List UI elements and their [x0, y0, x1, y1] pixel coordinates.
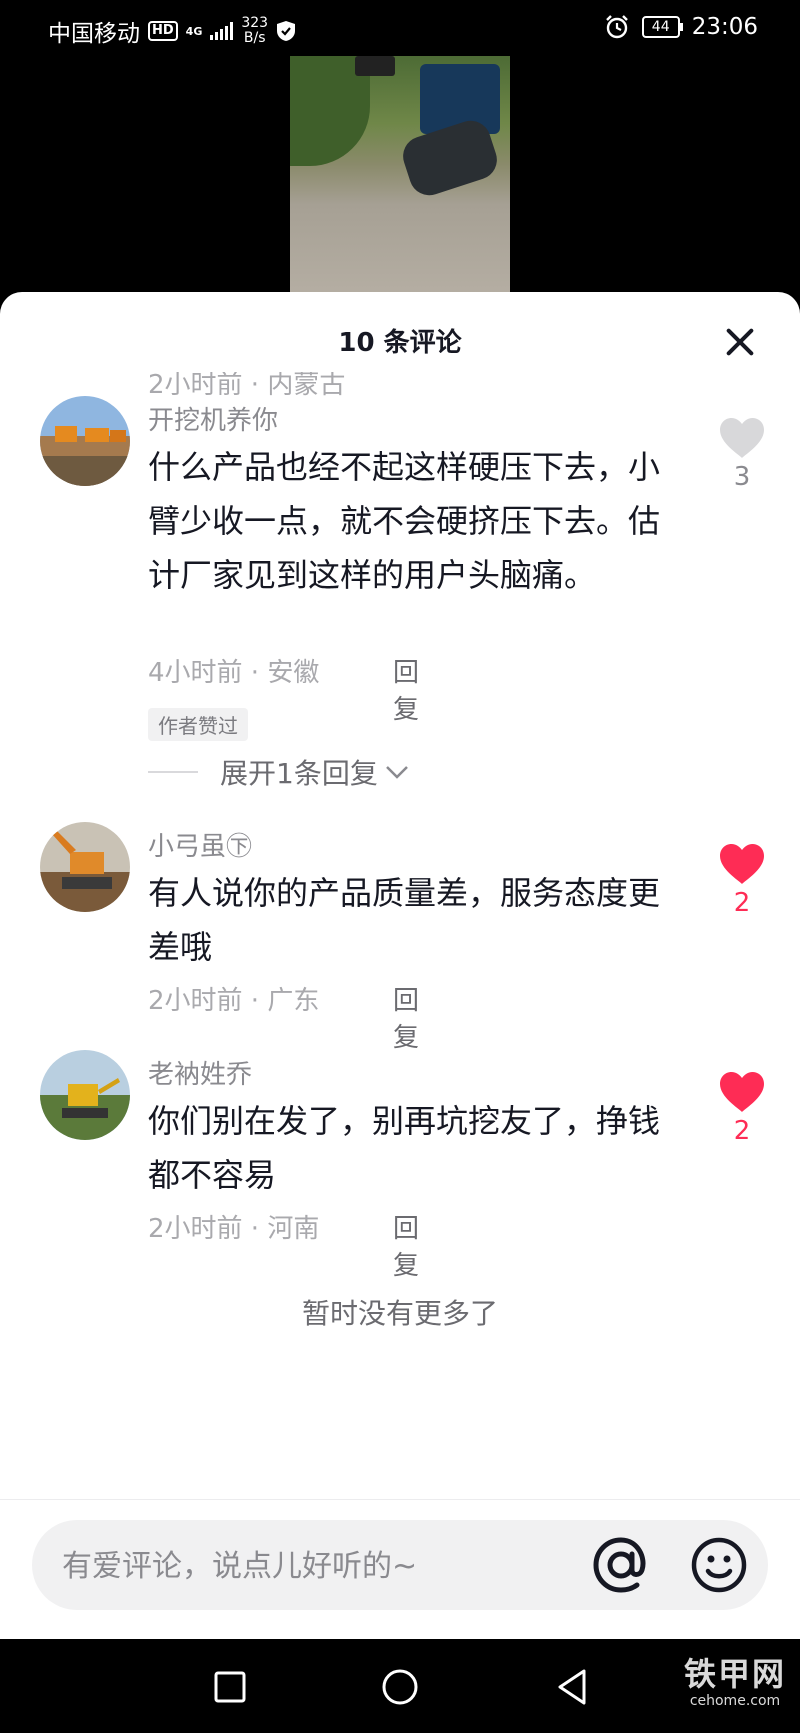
status-right: 44 23:06 [604, 14, 758, 40]
alarm-icon [605, 15, 628, 39]
comment-location: 内蒙古 [267, 370, 346, 400]
network-speed-value: 323 [241, 15, 269, 31]
comment-text: 什么产品也经不起这样硬压下去，小臂少收一点，就不会硬挤压下去。估计厂家见到这样的… [148, 448, 661, 594]
system-nav-bar: 铁甲网 cehome.com [0, 1639, 800, 1733]
reply-button[interactable]: 回复 [393, 980, 419, 1054]
comment-input[interactable] [60, 1540, 564, 1592]
comment-location: 广东 [267, 986, 320, 1016]
comment-text: 你们别在发了，别再坑挖友了，挣钱都不容易 [148, 1102, 661, 1194]
recent-apps-icon[interactable] [210, 1667, 250, 1707]
expand-replies-label: 展开1条回复 [220, 757, 378, 790]
network-speed: 323 B/s [241, 16, 268, 46]
emoji-icon[interactable] [690, 1536, 748, 1594]
comment-username[interactable]: 老衲姓乔 [148, 1054, 252, 1091]
watermark-sub: cehome.com [689, 1693, 781, 1709]
comment-location: 河南 [267, 1214, 320, 1244]
comment-text: 有人说你的产品质量差，服务态度更差哦 [148, 874, 661, 966]
comment-time: 2小时前 [148, 986, 243, 1016]
comment-username[interactable]: 开挖机养你 [148, 400, 278, 437]
signal-icon [210, 22, 234, 40]
divider-line [148, 771, 198, 773]
avatar[interactable] [40, 396, 130, 486]
avatar[interactable] [40, 822, 130, 912]
reply-button[interactable]: 回复 [393, 652, 419, 726]
author-liked-tag: 作者赞过 [148, 708, 248, 741]
no-more-text: 暂时没有更多了 [301, 1297, 498, 1330]
heart-icon [720, 1072, 764, 1112]
reply-button[interactable]: 回复 [423, 364, 449, 438]
shield-icon [277, 21, 296, 41]
comment-meta-partial: 2小时前 · 内蒙古 回复 [148, 370, 346, 401]
status-left: 中国移动 HD 4G 323 B/s [48, 14, 296, 48]
carrier-name: 中国移动 [48, 21, 140, 47]
like-count: 2 [733, 1116, 751, 1146]
network-type: 4G [185, 24, 203, 38]
like-count: 3 [733, 462, 751, 492]
excavator-track-shape [397, 115, 503, 201]
network-speed-unit: B/s [243, 30, 266, 46]
back-icon[interactable] [552, 1667, 592, 1707]
comment-time: 2小时前 [148, 370, 243, 400]
close-icon[interactable] [720, 322, 760, 362]
avatar[interactable] [40, 1050, 130, 1140]
comments-title: 10 条评论 [338, 328, 462, 358]
reply-button[interactable]: 回复 [393, 1208, 419, 1282]
watermark-main: 铁甲网 [683, 1655, 786, 1693]
watermark-logo: 铁甲网 cehome.com [684, 1649, 786, 1709]
like-button[interactable]: 2 [712, 842, 772, 918]
video-player[interactable] [0, 56, 800, 296]
comment-meta: 2小时前 · 河南 回复 [148, 1208, 419, 1281]
video-thumbnail[interactable] [290, 56, 510, 296]
like-count: 2 [733, 888, 751, 918]
excavator-arm-shape [355, 56, 395, 76]
comment-time: 2小时前 [148, 1214, 243, 1244]
expand-replies-button[interactable]: 展开1条回复 [148, 752, 410, 792]
comment-input-bar [32, 1520, 768, 1610]
comment-location: 安徽 [267, 658, 320, 688]
mention-icon[interactable] [590, 1534, 652, 1596]
chevron-down-icon [385, 766, 408, 779]
comment-meta: 4小时前 · 安徽 回复 [148, 652, 419, 725]
like-button[interactable]: 2 [712, 1070, 772, 1146]
home-icon[interactable] [380, 1667, 420, 1707]
heart-icon [720, 418, 764, 458]
comment-meta: 2小时前 · 广东 回复 [148, 980, 419, 1053]
battery-icon: 44 [641, 16, 683, 38]
divider [0, 1499, 800, 1500]
like-button[interactable]: 3 [712, 416, 772, 492]
hd-badge: HD [148, 21, 178, 41]
comments-panel: 10 条评论 2小时前 · 内蒙古 回复 开挖机养你 什么产品也经不起这样硬压下… [0, 292, 800, 1639]
status-bar: 中国移动 HD 4G 323 B/s 44 23:06 [0, 0, 800, 56]
comment-time: 4小时前 [148, 658, 243, 688]
comment-username[interactable]: 小弓虽㊦ [148, 826, 252, 863]
heart-icon [720, 844, 764, 884]
clock: 23:06 [691, 14, 758, 40]
